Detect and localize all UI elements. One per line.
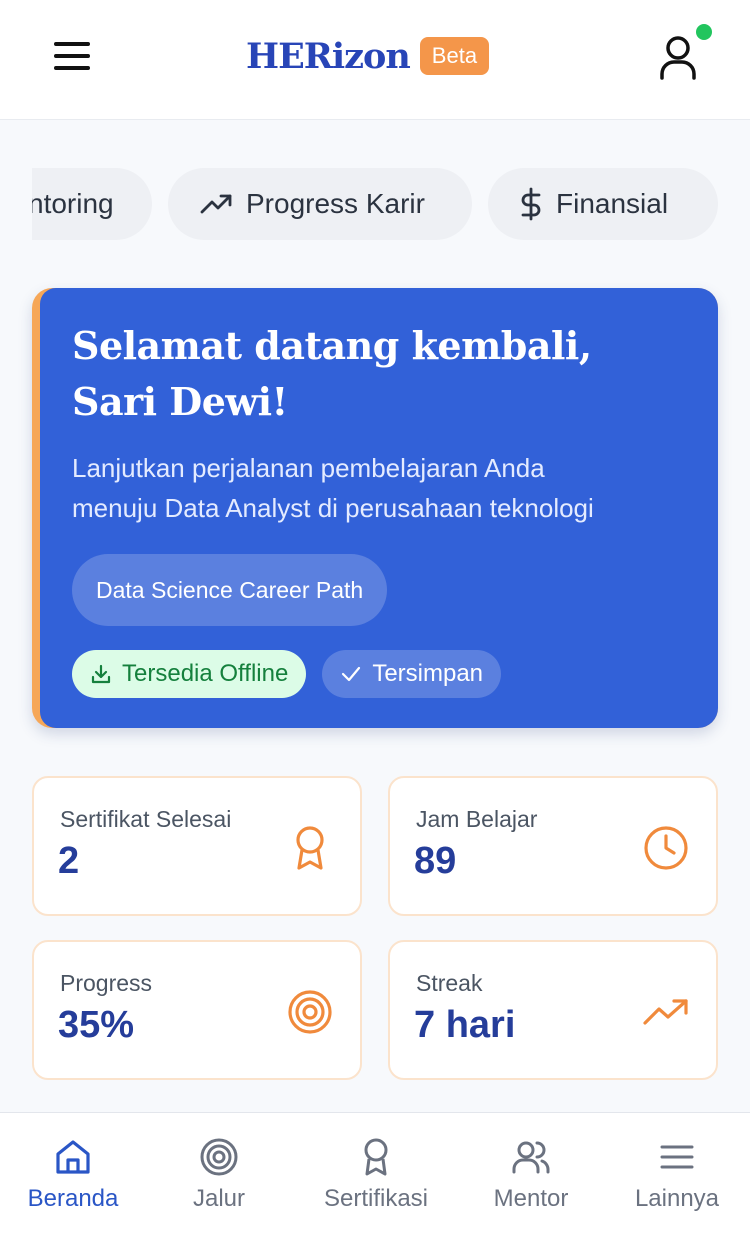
welcome-title-line: Selamat datang kembali, (72, 323, 592, 368)
stat-progress[interactable]: Progress 35% (32, 940, 362, 1080)
welcome-subtitle-line: Lanjutkan perjalanan pembelajaran Anda (72, 453, 545, 483)
online-status-dot (696, 24, 712, 40)
clock-icon (640, 822, 692, 874)
stat-label: Sertifikat Selesai (60, 806, 232, 832)
chip-progress-karir[interactable]: Progress Karir (168, 168, 472, 240)
stat-study-hours[interactable]: Jam Belajar 89 (388, 776, 718, 916)
nav-lainnya[interactable]: Lainnya (630, 1137, 724, 1213)
welcome-title: Selamat datang kembali, Sari Dewi! (72, 318, 686, 430)
menu-icon (660, 1145, 694, 1169)
check-icon (342, 666, 361, 682)
status-tags: Tersedia Offline Tersimpan (72, 650, 686, 698)
beta-badge: Beta (419, 37, 490, 75)
saved-badge[interactable]: Tersimpan (322, 650, 502, 698)
stat-value: 2 (58, 840, 80, 882)
trending-up-icon (200, 194, 232, 214)
target-icon (284, 986, 336, 1038)
dollar-icon (521, 187, 541, 221)
nav-label: Beranda (27, 1185, 119, 1212)
offline-label: Tersedia Offline (122, 660, 289, 687)
award-icon (364, 1138, 388, 1176)
saved-label: Tersimpan (372, 660, 484, 687)
welcome-title-line: Sari Dewi! (72, 379, 288, 424)
stat-value: 35% (58, 1004, 135, 1046)
award-icon (284, 822, 336, 874)
app-header: HERizon Beta (0, 0, 750, 120)
nav-label: Jalur (192, 1185, 246, 1212)
nav-label: Lainnya (634, 1185, 720, 1212)
nav-mentor[interactable]: Mentor (488, 1137, 574, 1213)
nav-sertifikasi[interactable]: Sertifikasi (314, 1137, 438, 1213)
download-icon (91, 664, 111, 684)
offline-badge[interactable]: Tersedia Offline (72, 650, 307, 698)
category-chips[interactable]: ntoring Progress Karir Finansial (32, 168, 750, 242)
stat-certificates[interactable]: Sertifikat Selesai 2 (32, 776, 362, 916)
user-icon (660, 36, 696, 80)
chip-label: ntoring (32, 188, 114, 219)
chip-label: Finansial (556, 188, 669, 219)
home-icon (56, 1140, 90, 1174)
chip-label: Progress Karir (246, 188, 425, 219)
chip-finansial[interactable]: Finansial (488, 168, 718, 240)
welcome-card: Selamat datang kembali, Sari Dewi! Lanju… (32, 288, 718, 728)
welcome-subtitle: Lanjutkan perjalanan pembelajaran Anda m… (72, 448, 686, 528)
welcome-subtitle-line: menuju Data Analyst di perusahaan teknol… (72, 493, 594, 523)
brand-logo[interactable]: HERizon Beta (246, 34, 490, 78)
stat-value: 89 (414, 840, 457, 882)
hamburger-menu-icon[interactable] (52, 38, 92, 74)
target-icon (200, 1138, 238, 1176)
nav-label: Mentor (493, 1185, 569, 1212)
stat-label: Progress (60, 970, 153, 996)
nav-beranda[interactable]: Beranda (24, 1137, 122, 1213)
stat-label: Streak (416, 970, 483, 996)
chip-mentoring[interactable]: ntoring (32, 168, 152, 240)
career-path-pill[interactable]: Data Science Career Path (72, 554, 388, 626)
profile-button[interactable] (652, 24, 712, 88)
users-icon (512, 1141, 550, 1174)
stat-streak[interactable]: Streak 7 hari (388, 940, 718, 1080)
stat-label: Jam Belajar (416, 806, 538, 832)
brand-name: HERizon (246, 35, 411, 77)
trending-up-icon (640, 986, 692, 1038)
nav-jalur[interactable]: Jalur (186, 1137, 252, 1213)
stat-value: 7 hari (414, 1004, 516, 1046)
nav-label: Sertifikasi (323, 1185, 429, 1212)
bottom-navigation: Beranda Jalur Sertifikasi Mentor Lainnya (0, 1112, 750, 1234)
